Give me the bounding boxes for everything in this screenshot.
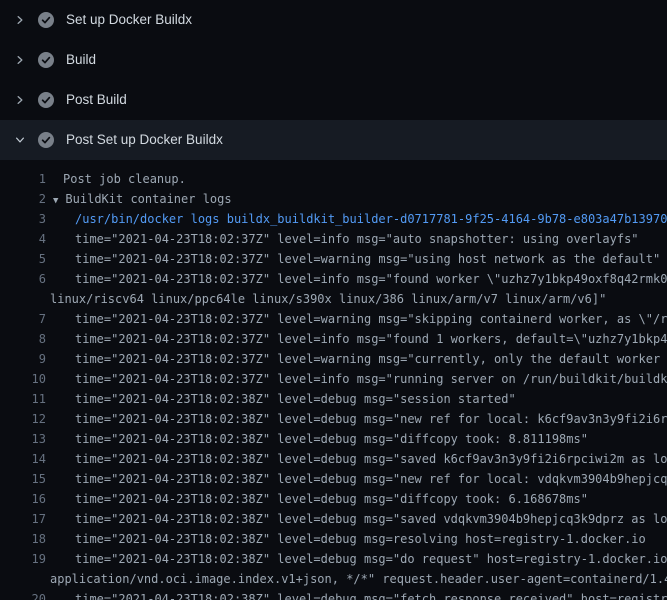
log-line: 2▼BuildKit container logs bbox=[0, 189, 667, 209]
log-line: 7time="2021-04-23T18:02:37Z" level=warni… bbox=[0, 309, 667, 329]
log-text: time="2021-04-23T18:02:38Z" level=debug … bbox=[46, 549, 667, 569]
success-check-icon bbox=[38, 132, 54, 148]
log-text: application/vnd.oci.image.index.v1+json,… bbox=[46, 569, 667, 589]
group-collapse-triangle-icon[interactable]: ▼ bbox=[46, 191, 58, 209]
log-line: 19time="2021-04-23T18:02:38Z" level=debu… bbox=[0, 549, 667, 569]
log-text: time="2021-04-23T18:02:37Z" level=info m… bbox=[46, 329, 667, 349]
log-line: 13time="2021-04-23T18:02:38Z" level=debu… bbox=[0, 429, 667, 449]
log-text: time="2021-04-23T18:02:38Z" level=debug … bbox=[46, 429, 588, 449]
workflow-log-panel: Set up Docker Buildx Build Post Build Po… bbox=[0, 0, 667, 600]
log-line: 6time="2021-04-23T18:02:37Z" level=info … bbox=[0, 269, 667, 289]
line-number[interactable]: 20 bbox=[0, 589, 46, 600]
step-header-build[interactable]: Build bbox=[0, 40, 667, 80]
line-number[interactable]: 4 bbox=[0, 229, 46, 249]
log-text: time="2021-04-23T18:02:38Z" level=debug … bbox=[46, 469, 667, 489]
line-number[interactable]: 17 bbox=[0, 509, 46, 529]
log-text: time="2021-04-23T18:02:38Z" level=debug … bbox=[46, 449, 667, 469]
log-text: time="2021-04-23T18:02:37Z" level=warnin… bbox=[46, 249, 660, 269]
line-number[interactable]: 12 bbox=[0, 409, 46, 429]
line-number[interactable]: 11 bbox=[0, 389, 46, 409]
log-text: time="2021-04-23T18:02:38Z" level=debug … bbox=[46, 529, 646, 549]
log-text: time="2021-04-23T18:02:37Z" level=info m… bbox=[46, 269, 667, 289]
chevron-down-icon bbox=[12, 132, 28, 148]
log-text: time="2021-04-23T18:02:38Z" level=debug … bbox=[46, 409, 667, 429]
line-number[interactable]: 3 bbox=[0, 209, 46, 229]
step-title: Post Set up Docker Buildx bbox=[66, 132, 223, 148]
log-line: 12time="2021-04-23T18:02:38Z" level=debu… bbox=[0, 409, 667, 429]
log-line: 18time="2021-04-23T18:02:38Z" level=debu… bbox=[0, 529, 667, 549]
line-number[interactable]: 7 bbox=[0, 309, 46, 329]
line-number[interactable]: 1 bbox=[0, 169, 46, 189]
success-check-icon bbox=[38, 12, 54, 28]
log-line: 20time="2021-04-23T18:02:38Z" level=debu… bbox=[0, 589, 667, 600]
line-number[interactable]: 14 bbox=[0, 449, 46, 469]
step-title: Post Build bbox=[66, 92, 127, 108]
log-text: time="2021-04-23T18:02:37Z" level=info m… bbox=[46, 229, 639, 249]
chevron-right-icon bbox=[12, 52, 28, 68]
log-line: 14time="2021-04-23T18:02:38Z" level=debu… bbox=[0, 449, 667, 469]
log-line: 4time="2021-04-23T18:02:37Z" level=info … bbox=[0, 229, 667, 249]
line-number[interactable]: 16 bbox=[0, 489, 46, 509]
log-text: linux/riscv64 linux/ppc64le linux/s390x … bbox=[46, 289, 606, 309]
step-header-post-setup-docker-buildx[interactable]: Post Set up Docker Buildx bbox=[0, 120, 667, 160]
success-check-icon bbox=[38, 92, 54, 108]
log-text: time="2021-04-23T18:02:37Z" level=warnin… bbox=[46, 309, 667, 329]
log-line: linux/riscv64 linux/ppc64le linux/s390x … bbox=[0, 289, 667, 309]
chevron-right-icon bbox=[12, 92, 28, 108]
log-line: 16time="2021-04-23T18:02:38Z" level=debu… bbox=[0, 489, 667, 509]
line-number[interactable]: 10 bbox=[0, 369, 46, 389]
step-header-setup-docker-buildx[interactable]: Set up Docker Buildx bbox=[0, 0, 667, 40]
step-header-post-build[interactable]: Post Build bbox=[0, 80, 667, 120]
log-lines: 1Post job cleanup.2▼BuildKit container l… bbox=[0, 160, 667, 600]
line-number[interactable]: 5 bbox=[0, 249, 46, 269]
log-line: 9time="2021-04-23T18:02:37Z" level=warni… bbox=[0, 349, 667, 369]
chevron-right-icon bbox=[12, 12, 28, 28]
log-text: time="2021-04-23T18:02:38Z" level=debug … bbox=[46, 389, 516, 409]
log-text: time="2021-04-23T18:02:37Z" level=info m… bbox=[46, 369, 667, 389]
line-number[interactable]: 18 bbox=[0, 529, 46, 549]
line-number[interactable]: 2 bbox=[0, 189, 46, 209]
log-text: time="2021-04-23T18:02:38Z" level=debug … bbox=[46, 589, 667, 600]
log-line: 3/usr/bin/docker logs buildx_buildkit_bu… bbox=[0, 209, 667, 229]
line-number[interactable]: 13 bbox=[0, 429, 46, 449]
step-title: Set up Docker Buildx bbox=[66, 12, 192, 28]
line-number[interactable]: 8 bbox=[0, 329, 46, 349]
log-line: 11time="2021-04-23T18:02:38Z" level=debu… bbox=[0, 389, 667, 409]
log-line: 8time="2021-04-23T18:02:37Z" level=info … bbox=[0, 329, 667, 349]
line-number[interactable]: 6 bbox=[0, 269, 46, 289]
log-command-text: /usr/bin/docker logs buildx_buildkit_bui… bbox=[46, 209, 667, 229]
log-text: time="2021-04-23T18:02:37Z" level=warnin… bbox=[46, 349, 667, 369]
log-line: 1Post job cleanup. bbox=[0, 169, 667, 189]
line-number[interactable]: 19 bbox=[0, 549, 46, 569]
success-check-icon bbox=[38, 52, 54, 68]
log-line: 15time="2021-04-23T18:02:38Z" level=debu… bbox=[0, 469, 667, 489]
log-text: Post job cleanup. bbox=[46, 169, 186, 189]
log-line: application/vnd.oci.image.index.v1+json,… bbox=[0, 569, 667, 589]
log-text: time="2021-04-23T18:02:38Z" level=debug … bbox=[46, 489, 588, 509]
log-line: 10time="2021-04-23T18:02:37Z" level=info… bbox=[0, 369, 667, 389]
log-line: 17time="2021-04-23T18:02:38Z" level=debu… bbox=[0, 509, 667, 529]
line-number[interactable]: 9 bbox=[0, 349, 46, 369]
log-line: 5time="2021-04-23T18:02:37Z" level=warni… bbox=[0, 249, 667, 269]
step-title: Build bbox=[66, 52, 96, 68]
log-text: BuildKit container logs bbox=[58, 189, 231, 209]
line-number[interactable]: 15 bbox=[0, 469, 46, 489]
log-text: time="2021-04-23T18:02:38Z" level=debug … bbox=[46, 509, 667, 529]
